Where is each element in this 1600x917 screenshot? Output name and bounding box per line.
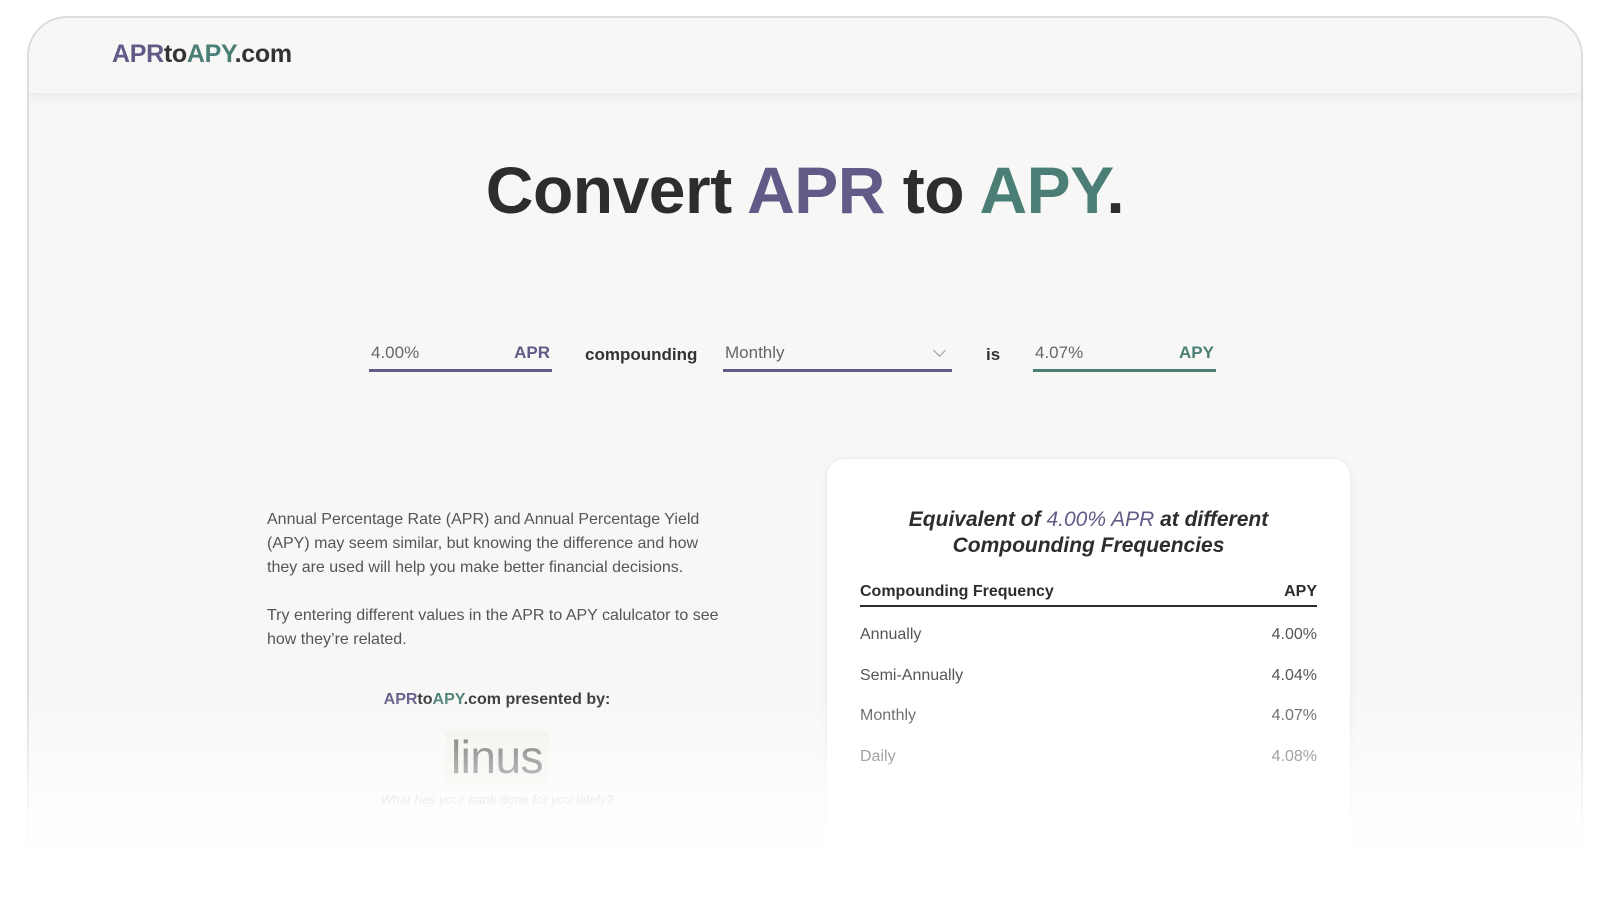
table-row: Daily 4.08% bbox=[860, 748, 1317, 772]
headline-period: . bbox=[1106, 153, 1125, 227]
card-title-highlight: 4.00% APR bbox=[1046, 508, 1155, 531]
apr-apy-calculator: 4.00% APR compounding Monthly is 4.07% A… bbox=[29, 336, 1581, 386]
presented-apr: APR bbox=[383, 691, 418, 708]
sponsor-tagline: What has your bank done for you lately? bbox=[380, 792, 614, 807]
logo-com: .com bbox=[234, 40, 292, 68]
table-row: Semi-Annually 4.04% bbox=[860, 667, 1317, 691]
row-frequency: Annually bbox=[860, 626, 922, 643]
headline-apr: APR bbox=[747, 153, 885, 227]
browser-frame: APRtoAPY.com Convert APR to APY. 4.00% A… bbox=[27, 16, 1583, 896]
presented-rest: .com presented by: bbox=[463, 691, 611, 708]
apy-output[interactable]: 4.07% APY bbox=[1033, 336, 1216, 372]
logo-apr: APR bbox=[112, 40, 164, 68]
top-navigation-bar: APRtoAPY.com bbox=[29, 18, 1581, 94]
card-title-prefix: Equivalent of bbox=[908, 508, 1047, 531]
chevron-down-icon bbox=[933, 344, 946, 357]
apy-output-value: 4.07% bbox=[1035, 343, 1084, 362]
sponsor-brand-text: linus bbox=[444, 731, 550, 783]
logo-apy: APY bbox=[186, 40, 235, 68]
compounding-frequency-select[interactable]: Monthly bbox=[723, 336, 952, 372]
table-row: Monthly 4.07% bbox=[860, 707, 1317, 731]
card-title: Equivalent of 4.00% APR at different Com… bbox=[827, 507, 1350, 559]
apr-input[interactable]: 4.00% APR bbox=[369, 336, 552, 372]
apy-unit-label: APY bbox=[1179, 343, 1214, 362]
equivalents-card: Equivalent of 4.00% APR at different Com… bbox=[826, 458, 1351, 896]
description-text: Annual Percentage Rate (APR) and Annual … bbox=[267, 508, 727, 676]
headline-convert: Convert bbox=[485, 153, 748, 227]
column-header-apy: APY bbox=[1284, 583, 1317, 600]
description-paragraph-2: Try entering different values in the APR… bbox=[267, 607, 719, 648]
page-headline: Convert APR to APY. bbox=[29, 152, 1581, 228]
site-logo[interactable]: APRtoAPY.com bbox=[112, 40, 292, 69]
sponsor-brand-logo[interactable]: linus bbox=[267, 730, 727, 784]
frequency-selected-value: Monthly bbox=[725, 343, 785, 362]
apr-unit-label: APR bbox=[514, 343, 550, 362]
row-frequency: Monthly bbox=[860, 707, 917, 724]
row-frequency: Daily bbox=[860, 748, 896, 765]
row-apy: 4.08% bbox=[1271, 748, 1317, 765]
row-apy: 4.07% bbox=[1271, 707, 1317, 724]
headline-apy: APY bbox=[979, 153, 1107, 227]
card-title-suffix: at different bbox=[1154, 508, 1269, 531]
card-title-line2: Compounding Frequencies bbox=[952, 534, 1225, 557]
is-label: is bbox=[986, 345, 1001, 364]
presented-apy: APY bbox=[432, 691, 464, 708]
logo-to: to bbox=[163, 40, 187, 68]
headline-to: to bbox=[884, 153, 980, 227]
apr-input-value: 4.00% bbox=[371, 343, 420, 362]
table-header: Compounding Frequency APY bbox=[860, 583, 1317, 607]
row-frequency: Semi-Annually bbox=[860, 667, 964, 684]
column-header-frequency: Compounding Frequency bbox=[860, 583, 1054, 600]
presented-to: to bbox=[417, 691, 433, 708]
compounding-label: compounding bbox=[585, 345, 698, 364]
description-paragraph-1: Annual Percentage Rate (APR) and Annual … bbox=[267, 511, 700, 576]
row-apy: 4.04% bbox=[1271, 667, 1317, 684]
presented-by-label: APRtoAPY.com presented by: bbox=[267, 691, 727, 709]
table-row: Annually 4.00% bbox=[860, 626, 1317, 650]
row-apy: 4.00% bbox=[1271, 626, 1317, 643]
